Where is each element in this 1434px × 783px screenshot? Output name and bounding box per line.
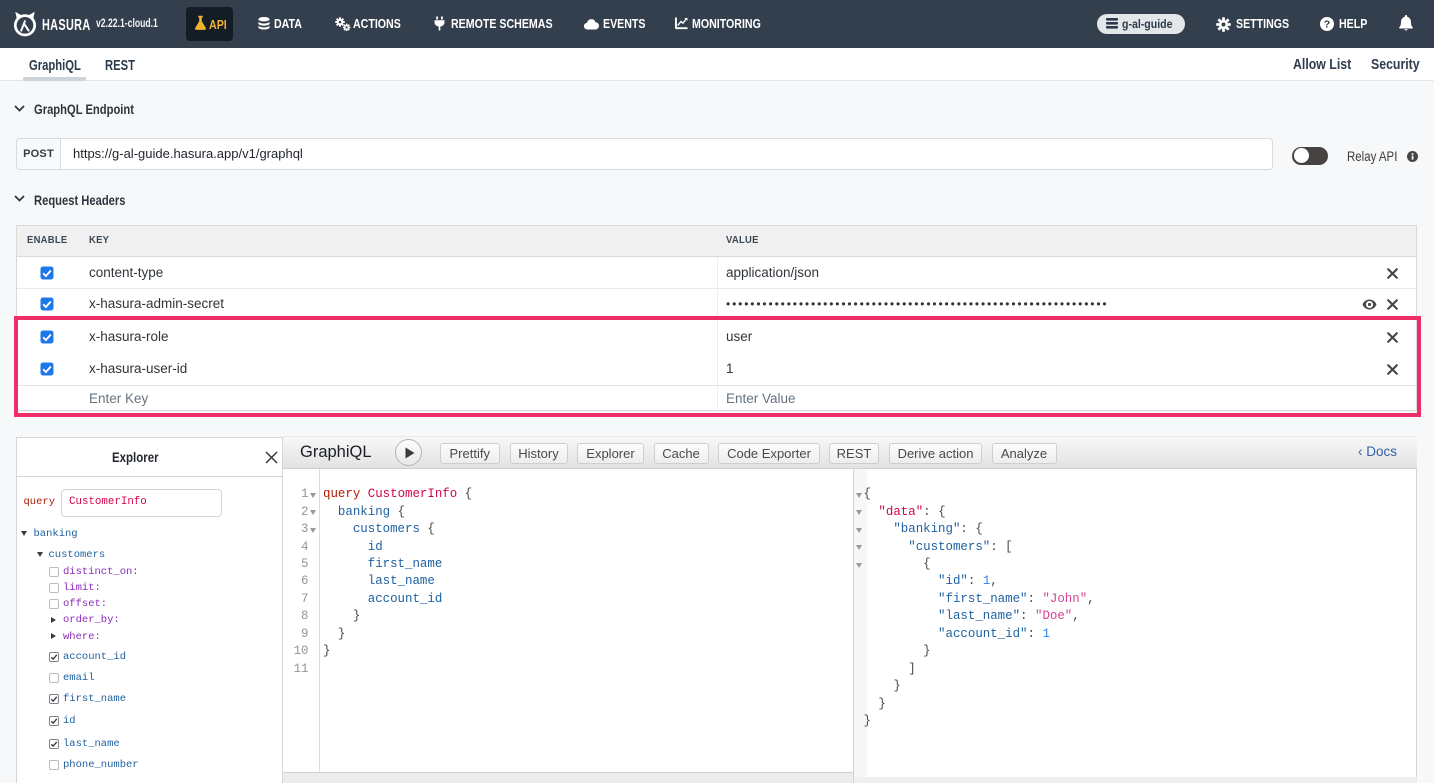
svg-text:?: ? <box>1324 18 1330 30</box>
